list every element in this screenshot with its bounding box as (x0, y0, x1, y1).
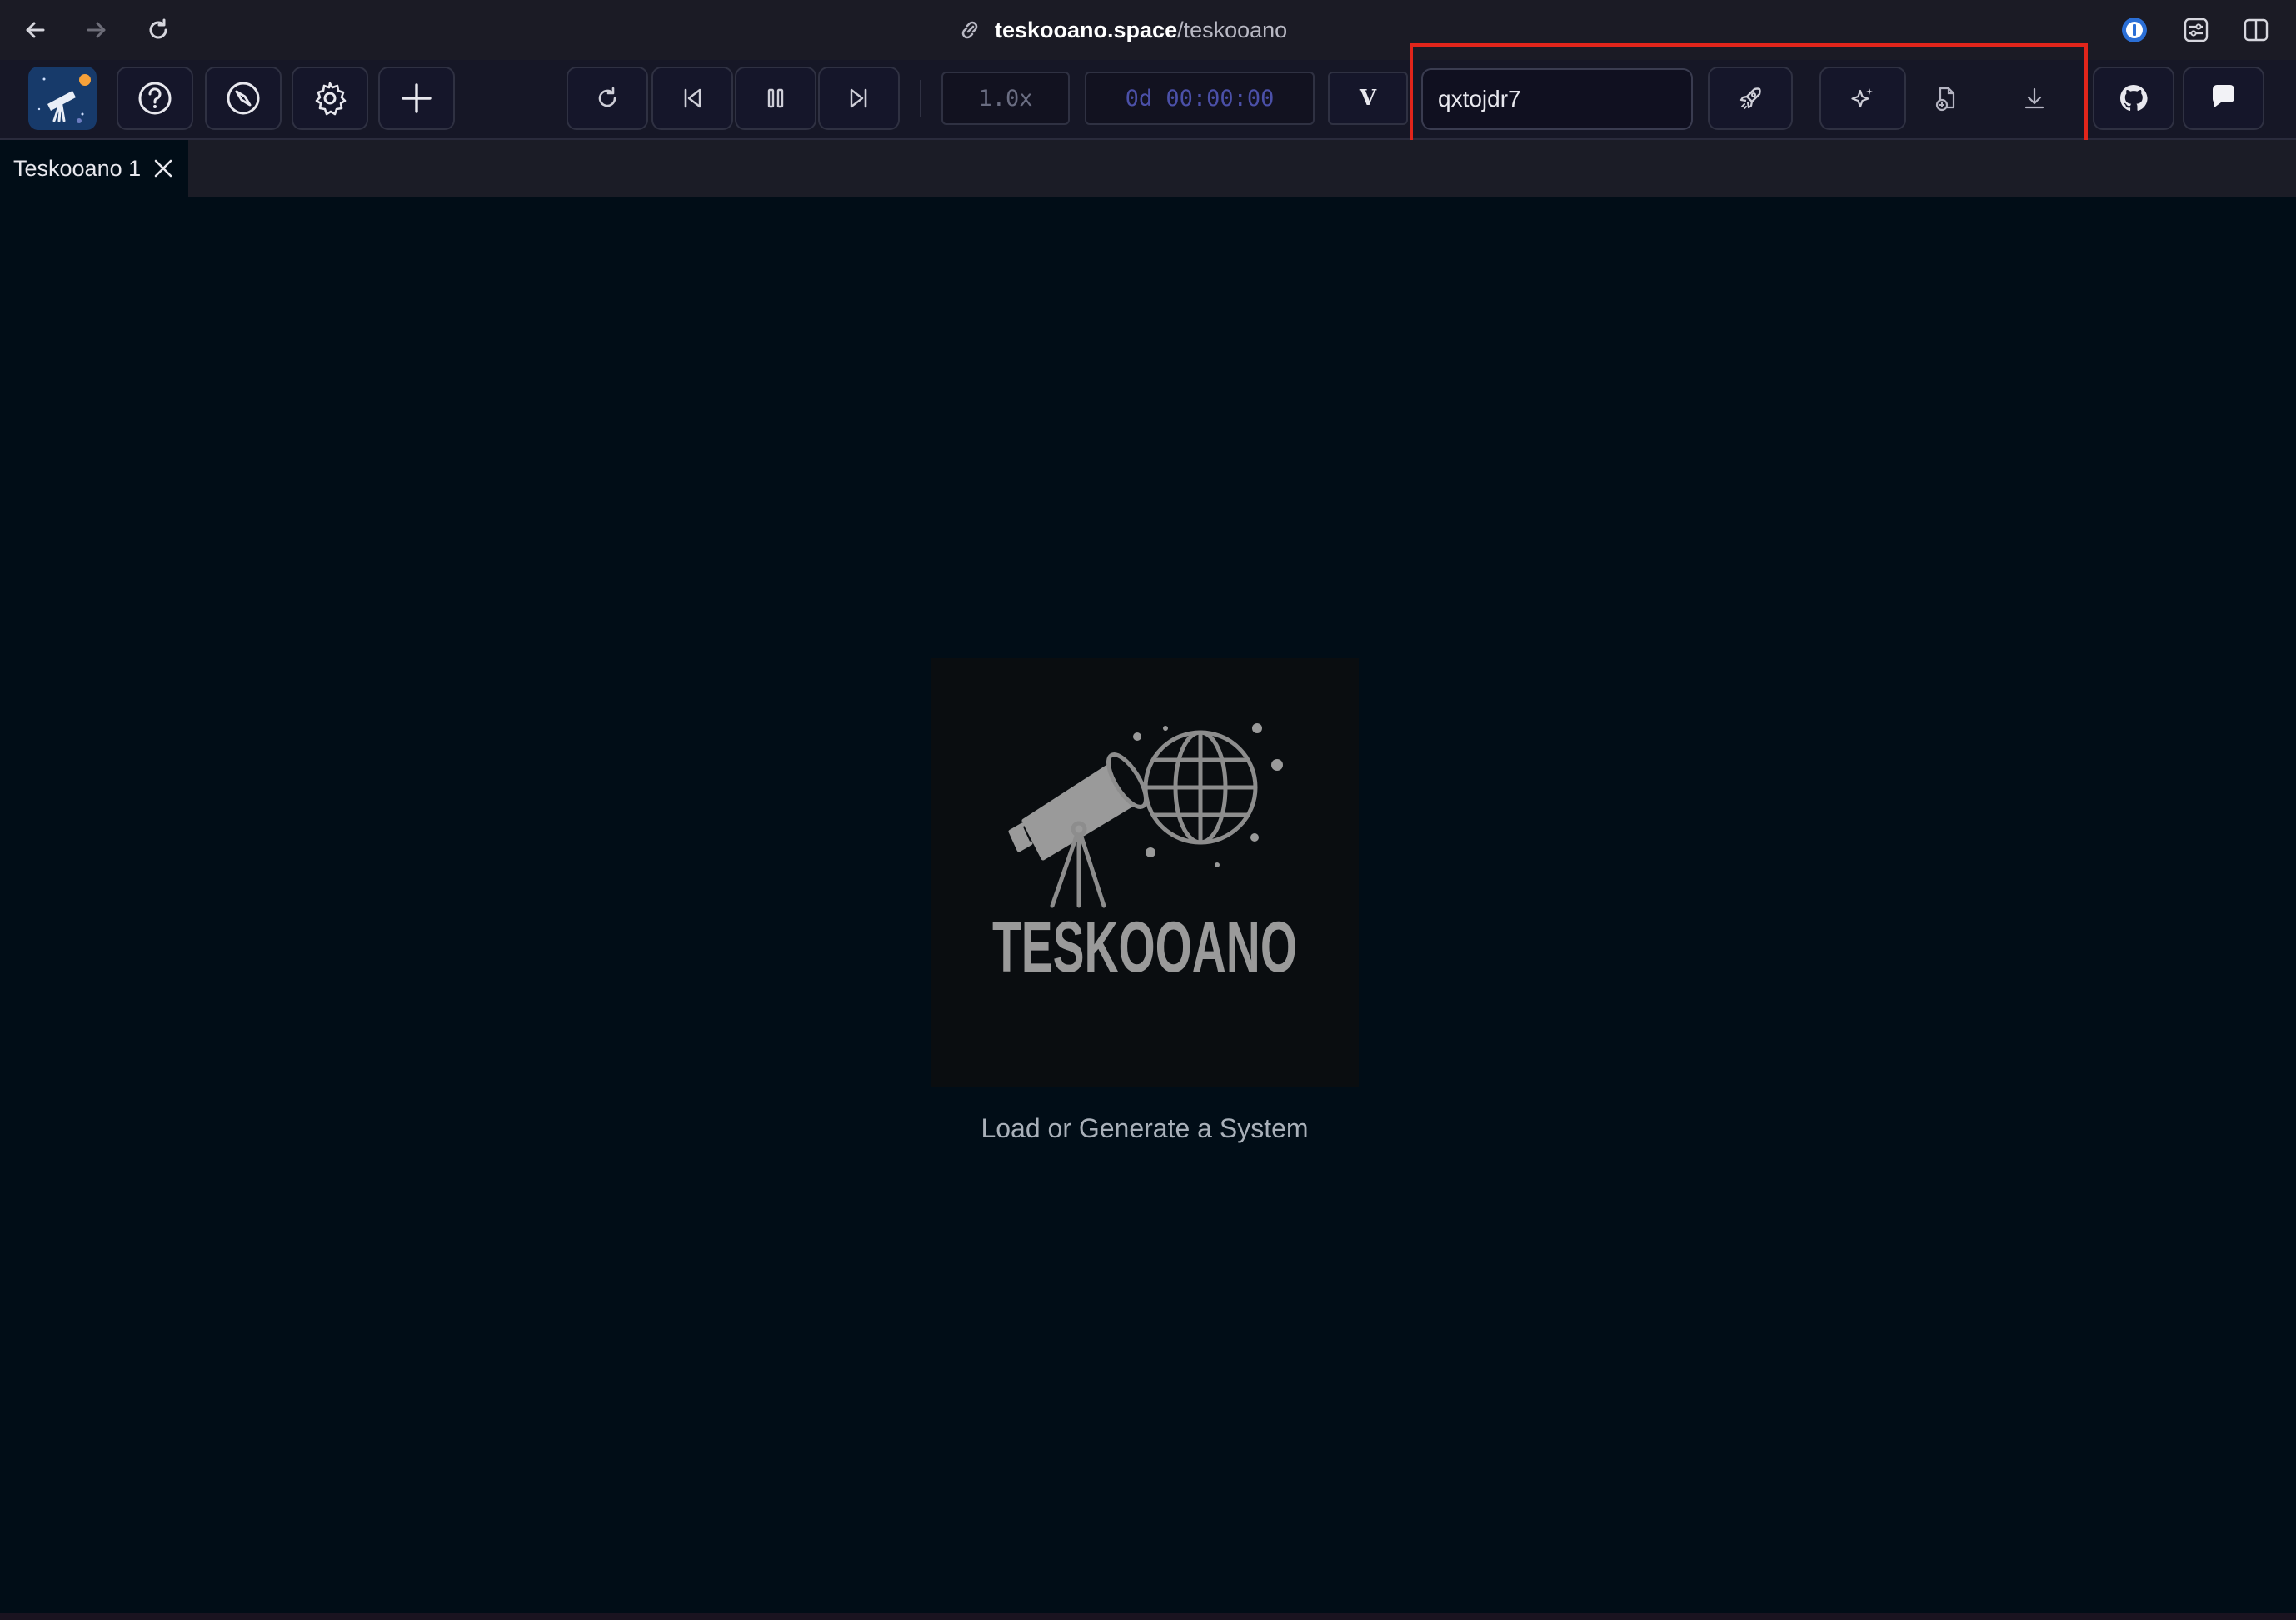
help-button[interactable] (117, 67, 193, 130)
address-bar[interactable]: teskooano.space/teskooano (958, 12, 1287, 48)
back-button[interactable] (17, 12, 53, 48)
telescope-logo-icon (27, 66, 97, 131)
time-display: 0d 00:00:00 (1085, 72, 1315, 125)
github-button[interactable] (2093, 67, 2174, 130)
link-icon (958, 18, 981, 42)
help-icon (137, 80, 173, 117)
step-back-icon (679, 85, 706, 112)
url-host: teskooano.space (995, 17, 1178, 42)
annotation-highlight-box (1410, 43, 2088, 150)
step-back-button[interactable] (651, 67, 733, 130)
reload-button[interactable] (140, 12, 177, 48)
add-button[interactable] (378, 67, 455, 130)
step-forward-icon (846, 85, 872, 112)
reset-icon (594, 85, 621, 112)
sliders-icon (2182, 16, 2210, 44)
step-forward-button[interactable] (818, 67, 900, 130)
toolbar-divider (920, 80, 921, 117)
sidebar-icon (2242, 16, 2270, 44)
window-bottom-edge (0, 1613, 2296, 1620)
plus-icon (398, 80, 435, 117)
pause-icon (762, 85, 789, 112)
v-label: V (1359, 86, 1377, 111)
github-icon (2118, 82, 2149, 114)
app-logo-button[interactable] (27, 65, 98, 132)
main-viewport[interactable]: TESKOOANO Load or Generate a System (0, 197, 2296, 1620)
pause-button[interactable] (735, 67, 816, 130)
tab-label: Teskooano 1 (13, 155, 142, 181)
chat-button[interactable] (2183, 67, 2264, 130)
forward-button[interactable] (78, 12, 115, 48)
v-button[interactable]: V (1328, 72, 1408, 125)
url-path: /teskooano (1177, 17, 1288, 42)
password-manager-button[interactable] (2116, 12, 2153, 48)
tab-strip: Teskooano 1 (0, 140, 2296, 197)
settings-button[interactable] (292, 67, 368, 130)
close-icon[interactable] (152, 158, 174, 179)
gear-icon (312, 80, 348, 117)
app-toolbar: 1.0x 0d 00:00:00 V (0, 43, 2296, 150)
reload-icon (145, 17, 172, 43)
compass-button[interactable] (205, 67, 282, 130)
sidebar-toggle-button[interactable] (2238, 12, 2274, 48)
reset-button[interactable] (567, 67, 648, 130)
logo-wordmark: TESKOOANO (992, 908, 1297, 988)
arrow-right-icon (83, 17, 110, 43)
arrow-left-icon (22, 17, 48, 43)
password-manager-icon (2120, 16, 2149, 44)
teskooano-logo: TESKOOANO (931, 658, 1359, 1087)
chat-icon (2208, 82, 2239, 114)
speed-display[interactable]: 1.0x (941, 72, 1070, 125)
empty-state-message: Load or Generate a System (981, 1113, 1309, 1143)
tab-teskooano-1[interactable]: Teskooano 1 (0, 140, 188, 197)
compass-icon (225, 80, 262, 117)
browser-settings-button[interactable] (2178, 12, 2214, 48)
